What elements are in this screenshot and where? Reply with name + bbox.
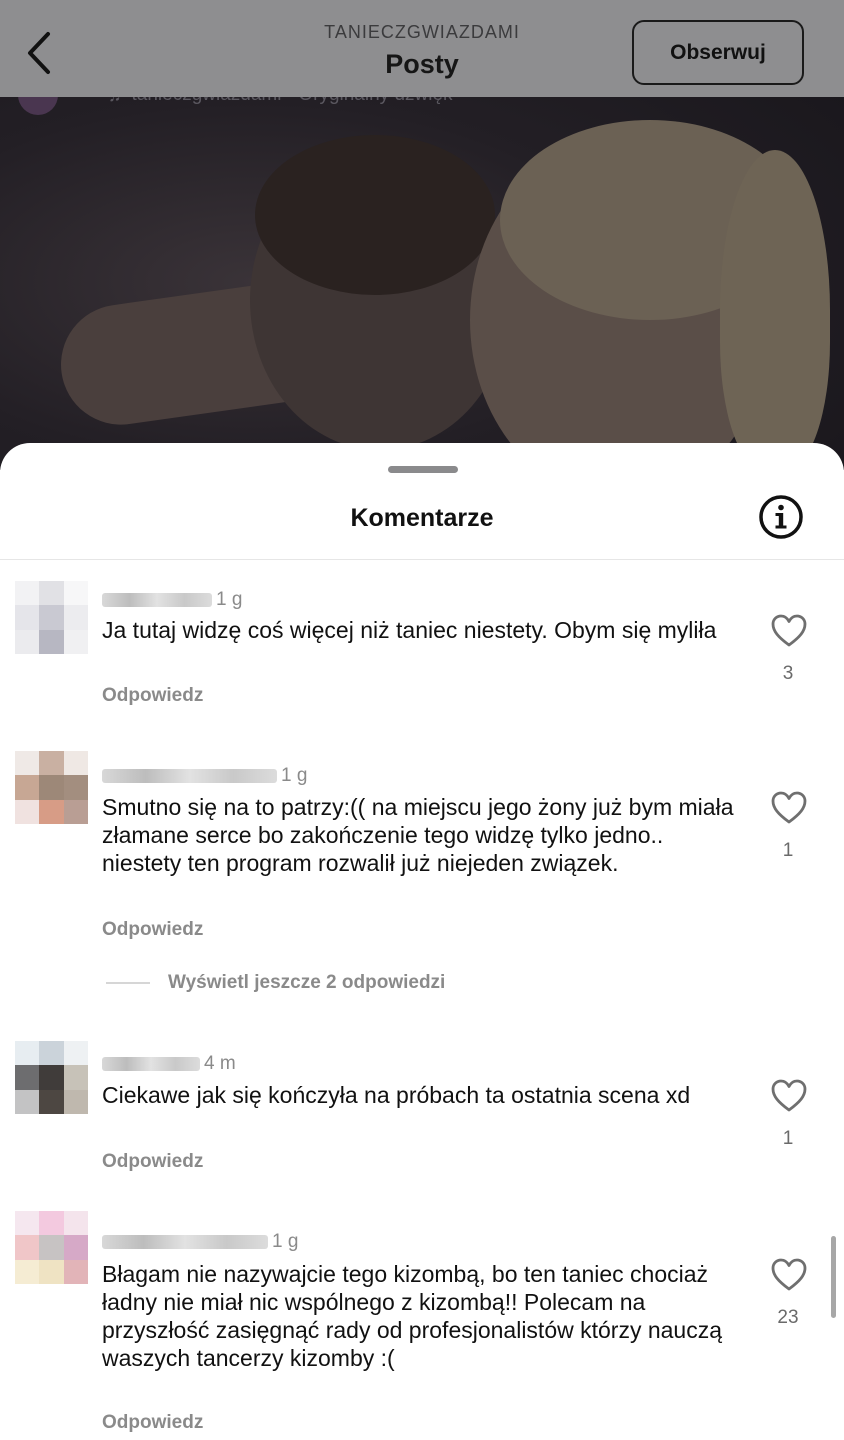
view-more-replies-label: Wyświetl jeszcze 2 odpowiedzi: [168, 972, 446, 993]
back-button[interactable]: [18, 28, 62, 78]
follow-button[interactable]: Obserwuj: [632, 20, 804, 85]
comments-sheet: Komentarze 1 g Ja tutaj widzę coś więcej…: [0, 443, 844, 1440]
username-blurred[interactable]: [102, 593, 212, 607]
comment-time: 4 m: [204, 1053, 236, 1074]
avatar[interactable]: [15, 751, 88, 824]
comment-meta: 1 g: [102, 589, 242, 611]
comment-text: Ciekawe jak się kończyła na próbach ta o…: [102, 1082, 691, 1108]
username-blurred[interactable]: [102, 1235, 268, 1249]
replies-divider-line: [106, 982, 150, 984]
comment-meta: 1 g: [102, 765, 307, 787]
comment-text: Smutno się na to patrzy:(( na miejscu je…: [102, 794, 734, 876]
comment-text: Ja tutaj widzę coś więcej niż taniec nie…: [102, 617, 717, 643]
comment-time: 1 g: [272, 1231, 299, 1252]
comment-time: 1 g: [281, 765, 308, 786]
heart-icon: [771, 791, 807, 824]
drag-handle[interactable]: [388, 466, 458, 473]
account-name: TANIECZGWIAZDAMI: [324, 22, 520, 42]
avatar[interactable]: [15, 1211, 88, 1284]
page-title: Posty: [385, 49, 459, 79]
like-button[interactable]: [770, 613, 808, 649]
like-count: 23: [777, 1307, 799, 1328]
reply-button[interactable]: Odpowiedz: [102, 919, 203, 941]
like-count: 1: [782, 1128, 794, 1149]
comment-time: 1 g: [216, 589, 243, 610]
view-more-replies-button[interactable]: Wyświetl jeszcze 2 odpowiedzi: [106, 972, 445, 994]
heart-icon: [771, 614, 807, 647]
info-button[interactable]: [758, 494, 804, 540]
like-count: 1: [782, 840, 794, 861]
like-count: 3: [782, 663, 794, 684]
comment-text: Błagam nie nazywajcie tego kizombą, bo t…: [102, 1261, 723, 1371]
scrollbar[interactable]: [831, 1236, 836, 1318]
chevron-left-icon: [28, 32, 50, 74]
info-icon: [759, 495, 803, 539]
heart-icon: [771, 1079, 807, 1112]
divider: [0, 559, 844, 560]
video-frame-ponytail: [720, 150, 830, 470]
like-button[interactable]: [770, 1257, 808, 1293]
reply-button[interactable]: Odpowiedz: [102, 1151, 203, 1173]
header-titles: TANIECZGWIAZDAMI Posty: [222, 22, 622, 80]
reply-button[interactable]: Odpowiedz: [102, 685, 203, 707]
like-button[interactable]: [770, 790, 808, 826]
avatar[interactable]: [15, 581, 88, 654]
heart-icon: [771, 1258, 807, 1291]
comment-meta: 4 m: [102, 1053, 236, 1075]
comment-meta: 1 g: [102, 1231, 298, 1253]
reply-button[interactable]: Odpowiedz: [102, 1412, 203, 1434]
avatar[interactable]: [15, 1041, 88, 1114]
username-blurred[interactable]: [102, 1057, 200, 1071]
username-blurred[interactable]: [102, 769, 277, 783]
like-button[interactable]: [770, 1078, 808, 1114]
sheet-title: Komentarze: [350, 504, 494, 532]
top-header: TANIECZGWIAZDAMI Posty Obserwuj: [0, 0, 844, 97]
video-frame-man-hair: [255, 135, 495, 295]
